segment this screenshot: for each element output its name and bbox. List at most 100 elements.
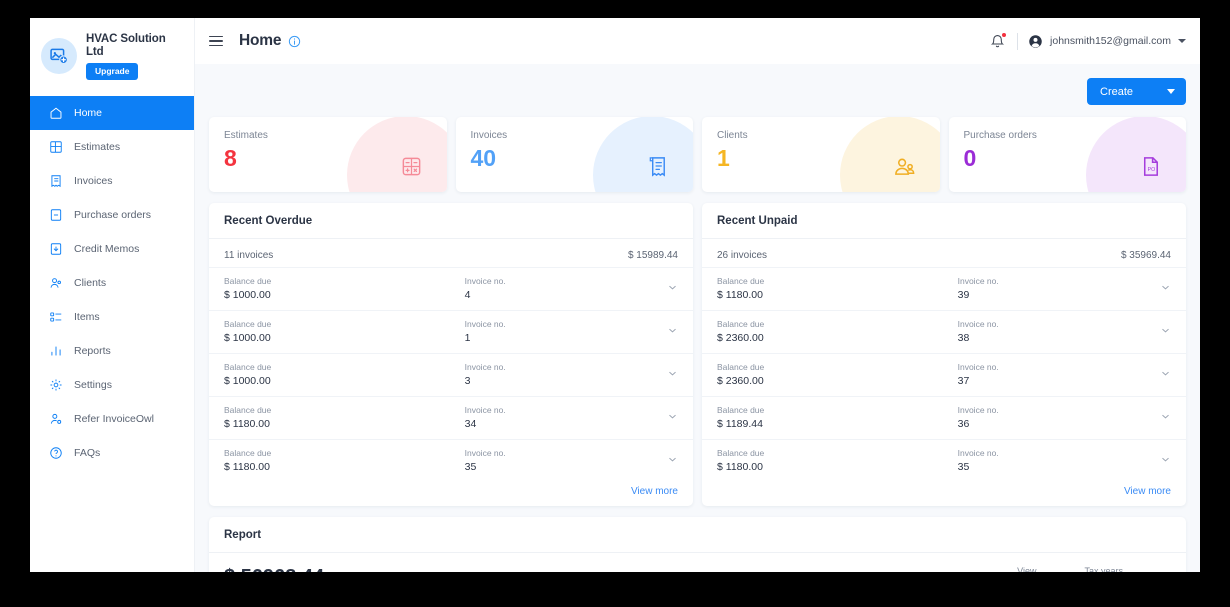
upgrade-button[interactable]: Upgrade bbox=[86, 62, 139, 80]
chevron-down-icon[interactable] bbox=[1160, 409, 1171, 427]
balance-due-value: $ 1180.00 bbox=[224, 461, 270, 473]
chevron-down-icon[interactable] bbox=[1160, 323, 1171, 341]
sidebar: HVAC Solution Ltd Upgrade Home Estimates bbox=[30, 18, 195, 572]
user-menu[interactable]: johnsmith152@gmail.com bbox=[1028, 34, 1186, 49]
panel-report: Report $ 56968.44 View Tax years bbox=[209, 517, 1186, 572]
balance-due-label: Balance due bbox=[717, 405, 765, 415]
sidebar-label: Credit Memos bbox=[74, 243, 140, 255]
invoice-no-label: Invoice no. bbox=[957, 276, 999, 286]
report-title: Report bbox=[209, 517, 1186, 553]
view-more-link[interactable]: View more bbox=[702, 482, 1186, 506]
invoice-total: $ 15989.44 bbox=[627, 250, 678, 261]
items-list-icon bbox=[48, 310, 63, 325]
grid-estimate-icon bbox=[48, 140, 63, 155]
table-row[interactable]: Balance due $ 2360.00 Invoice no. 38 bbox=[702, 310, 1186, 353]
invoice-no-value: 39 bbox=[957, 289, 970, 301]
table-row[interactable]: Balance due $ 1180.00 Invoice no. 35 bbox=[209, 439, 693, 482]
panel-recent-overdue: Recent Overdue 11 invoices $ 15989.44 Ba… bbox=[209, 203, 693, 506]
info-circle-icon[interactable] bbox=[288, 35, 301, 48]
invoice-no-label: Invoice no. bbox=[957, 362, 999, 372]
stat-card-invoices[interactable]: Invoices 40 bbox=[455, 117, 693, 192]
main-area: Home johnsmith152@gmail.com Create Estim… bbox=[195, 18, 1200, 572]
create-button[interactable]: Create bbox=[1087, 78, 1186, 105]
clients-group-icon bbox=[893, 155, 916, 178]
invoice-no-value: 35 bbox=[957, 461, 970, 473]
chevron-down-icon[interactable] bbox=[667, 366, 678, 384]
invoice-receipt-icon bbox=[646, 155, 669, 178]
chevron-down-icon[interactable] bbox=[667, 323, 678, 341]
invoice-no-value: 1 bbox=[464, 332, 471, 344]
sidebar-item-invoices[interactable]: Invoices bbox=[30, 164, 194, 198]
chevron-down-icon[interactable] bbox=[667, 452, 678, 470]
bar-chart-icon bbox=[48, 344, 63, 359]
po-document-icon: PO bbox=[1139, 155, 1162, 178]
balance-due-value: $ 1189.44 bbox=[717, 418, 763, 430]
invoice-no-value: 35 bbox=[464, 461, 477, 473]
chevron-down-icon[interactable] bbox=[1160, 366, 1171, 384]
brand-header: HVAC Solution Ltd Upgrade bbox=[30, 18, 194, 94]
balance-due-label: Balance due bbox=[717, 448, 765, 458]
chevron-down-icon bbox=[1167, 89, 1175, 94]
hamburger-icon[interactable] bbox=[209, 35, 223, 47]
table-row[interactable]: Balance due $ 1000.00 Invoice no. 1 bbox=[209, 310, 693, 353]
sidebar-item-faqs[interactable]: FAQs bbox=[30, 436, 194, 470]
chevron-down-icon[interactable] bbox=[667, 280, 678, 298]
invoice-no-value: 37 bbox=[957, 375, 970, 387]
invoice-no-value: 36 bbox=[957, 418, 970, 430]
dashboard-content: Create Estimates 8 Invoices 40 Clients 1… bbox=[195, 64, 1200, 572]
sidebar-item-home[interactable]: Home bbox=[30, 96, 194, 130]
invoice-no-label: Invoice no. bbox=[464, 405, 506, 415]
sidebar-label: Refer InvoiceOwl bbox=[74, 413, 154, 425]
invoice-no-label: Invoice no. bbox=[464, 362, 506, 372]
topbar-right: johnsmith152@gmail.com bbox=[988, 31, 1186, 51]
stat-card-purchase-orders[interactable]: Purchase orders 0 PO bbox=[948, 117, 1186, 192]
panel-summary: 11 invoices $ 15989.44 bbox=[209, 239, 693, 267]
table-row[interactable]: Balance due $ 1180.00 Invoice no. 34 bbox=[209, 396, 693, 439]
invoice-no-label: Invoice no. bbox=[464, 448, 506, 458]
invoice-no-label: Invoice no. bbox=[957, 319, 999, 329]
notification-bell-icon[interactable] bbox=[988, 31, 1008, 51]
sidebar-item-settings[interactable]: Settings bbox=[30, 368, 194, 402]
table-row[interactable]: Balance due $ 1189.44 Invoice no. 36 bbox=[702, 396, 1186, 439]
balance-due-value: $ 1180.00 bbox=[224, 418, 270, 430]
stat-label: Clients bbox=[717, 130, 748, 141]
invoice-no-value: 34 bbox=[464, 418, 477, 430]
report-amount: $ 56968.44 bbox=[224, 566, 324, 572]
top-bar: Home johnsmith152@gmail.com bbox=[195, 18, 1200, 64]
stat-card-clients[interactable]: Clients 1 bbox=[702, 117, 940, 192]
sidebar-item-purchase-orders[interactable]: Purchase orders bbox=[30, 198, 194, 232]
sidebar-item-clients[interactable]: Clients bbox=[30, 266, 194, 300]
invoice-icon bbox=[48, 174, 63, 189]
create-row: Create bbox=[209, 64, 1186, 117]
table-row[interactable]: Balance due $ 1000.00 Invoice no. 4 bbox=[209, 267, 693, 310]
chevron-down-icon[interactable] bbox=[1160, 452, 1171, 470]
credit-memo-icon bbox=[48, 242, 63, 257]
table-row[interactable]: Balance due $ 1180.00 Invoice no. 39 bbox=[702, 267, 1186, 310]
table-row[interactable]: Balance due $ 1000.00 Invoice no. 3 bbox=[209, 353, 693, 396]
chevron-down-icon[interactable] bbox=[1160, 280, 1171, 298]
chevron-down-icon[interactable] bbox=[1178, 39, 1186, 43]
table-row[interactable]: Balance due $ 2360.00 Invoice no. 37 bbox=[702, 353, 1186, 396]
chevron-down-icon[interactable] bbox=[667, 409, 678, 427]
invoice-no-value: 3 bbox=[464, 375, 471, 387]
page-title: Home bbox=[239, 32, 282, 49]
sidebar-item-estimates[interactable]: Estimates bbox=[30, 130, 194, 164]
balance-due-label: Balance due bbox=[717, 362, 765, 372]
stat-label: Estimates bbox=[224, 130, 268, 141]
invoice-no-value: 38 bbox=[957, 332, 970, 344]
sidebar-item-items[interactable]: Items bbox=[30, 300, 194, 334]
report-tax-years-label[interactable]: Tax years bbox=[1084, 566, 1123, 572]
view-more-link[interactable]: View more bbox=[209, 482, 693, 506]
report-view-label[interactable]: View bbox=[1017, 566, 1036, 572]
invoice-no-label: Invoice no. bbox=[957, 448, 999, 458]
report-controls: View Tax years bbox=[1017, 566, 1171, 572]
sidebar-item-credit-memos[interactable]: Credit Memos bbox=[30, 232, 194, 266]
invoice-no-label: Invoice no. bbox=[464, 276, 506, 286]
table-row[interactable]: Balance due $ 1180.00 Invoice no. 35 bbox=[702, 439, 1186, 482]
balance-due-value: $ 2360.00 bbox=[717, 375, 764, 387]
home-icon bbox=[48, 106, 63, 121]
sidebar-label: Purchase orders bbox=[74, 209, 152, 221]
sidebar-item-reports[interactable]: Reports bbox=[30, 334, 194, 368]
stat-card-estimates[interactable]: Estimates 8 bbox=[209, 117, 447, 192]
sidebar-item-refer-invoiceowl[interactable]: Refer InvoiceOwl bbox=[30, 402, 194, 436]
